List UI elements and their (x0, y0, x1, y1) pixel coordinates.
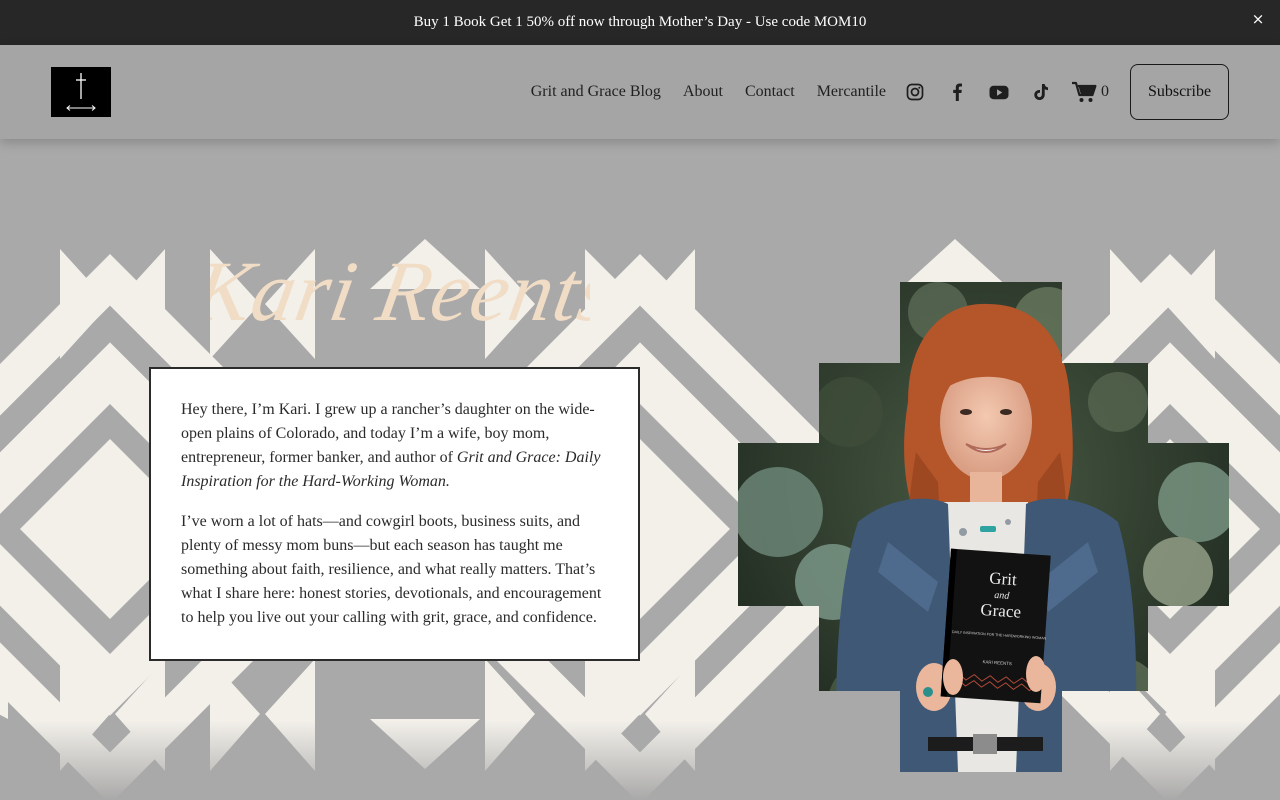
site-logo[interactable] (51, 67, 111, 117)
book-title-line3: Grace (980, 600, 1022, 622)
nav-blog[interactable]: Grit and Grace Blog (531, 83, 661, 101)
about-paragraph-2: I’ve worn a lot of hats—and cowgirl boot… (181, 513, 602, 626)
social-links (904, 45, 1072, 139)
author-photo: Grit and Grace DAILY INSPIRATION FOR THE… (738, 282, 1229, 772)
tiktok-icon[interactable] (1030, 81, 1052, 103)
nav-contact[interactable]: Contact (745, 83, 795, 101)
announcement-bar: Buy 1 Book Get 1 50% off now through Mot… (0, 0, 1280, 45)
book-title-line1: Grit (989, 568, 1018, 589)
hero-section: Kari Reents Hey there, I’m Kari. I grew … (0, 139, 1280, 800)
facebook-icon[interactable] (946, 81, 968, 103)
close-icon[interactable]: × (1250, 11, 1266, 27)
script-title: Kari Reents (210, 244, 590, 339)
cart-button[interactable]: 0 (1071, 79, 1109, 105)
youtube-icon[interactable] (988, 81, 1010, 103)
nav-mercantile[interactable]: Mercantile (817, 83, 886, 101)
subscribe-button[interactable]: Subscribe (1130, 64, 1229, 120)
cart-icon (1072, 81, 1097, 102)
script-title-text: Kari Reents (210, 244, 590, 339)
announcement-text: Buy 1 Book Get 1 50% off now through Mot… (413, 14, 867, 30)
site-header: Grit and Grace Blog About Contact Mercan… (0, 45, 1280, 139)
main-nav: Grit and Grace Blog About Contact Mercan… (531, 45, 886, 139)
about-paragraph-1: Hey there, I’m Kari. I grew up a rancher… (181, 398, 608, 494)
about-text-box: Hey there, I’m Kari. I grew up a rancher… (149, 367, 640, 661)
instagram-icon[interactable] (904, 81, 926, 103)
cart-count: 0 (1101, 83, 1109, 100)
nav-about[interactable]: About (683, 83, 723, 101)
